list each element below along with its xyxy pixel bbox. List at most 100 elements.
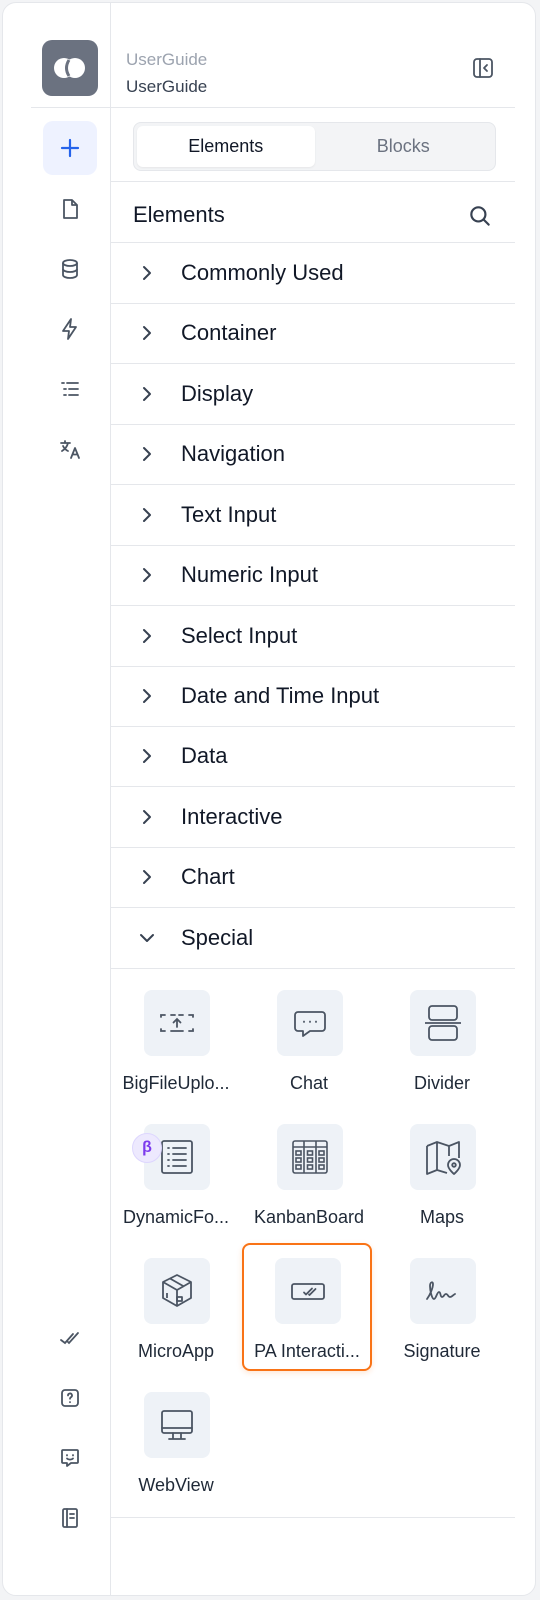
header-divider xyxy=(31,107,515,108)
outline-button[interactable] xyxy=(43,362,97,416)
translate-icon xyxy=(60,440,80,459)
element-tile xyxy=(410,990,476,1056)
element-tile xyxy=(144,1392,210,1458)
signature-icon xyxy=(426,1281,456,1300)
element-pa-interaction[interactable]: PA Interacti... xyxy=(242,1243,372,1371)
chevron-right-icon xyxy=(143,810,151,824)
tab-blocks[interactable]: Blocks xyxy=(315,126,493,167)
search-button[interactable] xyxy=(467,203,493,229)
category-select-input[interactable]: Select Input xyxy=(111,606,515,667)
element-label: Signature xyxy=(403,1341,481,1361)
category-text-input[interactable]: Text Input xyxy=(111,485,515,546)
category-label: Date and Time Input xyxy=(181,683,380,708)
element-tile xyxy=(144,1258,210,1324)
category-display[interactable]: Display xyxy=(111,364,515,425)
file-icon xyxy=(63,199,78,219)
breadcrumb-bottom[interactable]: UserGuide xyxy=(126,77,207,97)
breadcrumb-top: UserGuide xyxy=(126,50,208,69)
category-interactive[interactable]: Interactive xyxy=(111,787,515,848)
element-label: Divider xyxy=(413,1073,470,1093)
search-icon xyxy=(470,206,490,226)
category-label: Select Input xyxy=(181,623,298,648)
pages-button[interactable] xyxy=(43,182,97,236)
category-special[interactable]: Special xyxy=(111,908,515,969)
left-rail xyxy=(3,3,111,1595)
sidebar-collapse-icon xyxy=(473,58,493,78)
element-label: WebView xyxy=(138,1475,214,1495)
category-label: Container xyxy=(181,320,277,345)
lightning-icon xyxy=(62,318,77,340)
element-bigfileupload[interactable]: BigFileUplo... xyxy=(111,979,241,1107)
chevron-right-icon xyxy=(143,870,151,884)
chevron-right-icon xyxy=(143,447,151,461)
collapse-panel-button[interactable] xyxy=(471,56,495,80)
element-label: Chat xyxy=(289,1073,329,1093)
element-tile xyxy=(277,990,343,1056)
category-label: Commonly Used xyxy=(181,260,344,285)
upload-dashed-icon xyxy=(160,1014,194,1032)
chevron-right-icon xyxy=(143,568,151,582)
checklist-button[interactable] xyxy=(43,1311,97,1365)
box-icon xyxy=(162,1274,192,1307)
dynamic-form-icon xyxy=(161,1140,193,1174)
chevron-right-icon xyxy=(143,749,151,763)
element-webview[interactable]: WebView xyxy=(111,1381,241,1509)
chat-bubble-icon xyxy=(294,1011,326,1037)
category-label: Data xyxy=(181,743,228,768)
element-chat[interactable]: Chat xyxy=(244,979,374,1107)
element-tile xyxy=(410,1258,476,1324)
category-container[interactable]: Container xyxy=(111,303,515,364)
actions-button[interactable] xyxy=(43,302,97,356)
book-icon xyxy=(62,1508,78,1528)
divider-icon xyxy=(425,1005,461,1041)
chevron-right-icon xyxy=(143,266,151,280)
element-signature[interactable]: Signature xyxy=(377,1247,507,1375)
category-commonly-used[interactable]: Commonly Used xyxy=(111,243,515,304)
element-maps[interactable]: Maps xyxy=(377,1113,507,1241)
tab-elements[interactable]: Elements xyxy=(137,126,315,167)
category-label: Navigation xyxy=(181,441,285,466)
element-label: KanbanBoard xyxy=(253,1207,365,1227)
category-label: Display xyxy=(181,381,254,406)
translate-button[interactable] xyxy=(43,422,97,476)
category-label: Numeric Input xyxy=(181,562,318,587)
chevron-down-icon xyxy=(140,934,154,942)
app-logo[interactable] xyxy=(42,40,98,96)
tabs-divider xyxy=(111,181,515,182)
category-data[interactable]: Data xyxy=(111,726,515,787)
add-element-button[interactable] xyxy=(43,121,97,175)
element-label: PA Interacti... xyxy=(254,1341,360,1361)
docs-button[interactable] xyxy=(43,1491,97,1545)
feedback-button[interactable] xyxy=(43,1431,97,1485)
category-numeric-input[interactable]: Numeric Input xyxy=(111,545,515,606)
chat-smile-icon xyxy=(61,1449,79,1467)
database-icon xyxy=(62,259,78,279)
grid-bottom-divider xyxy=(111,1517,515,1518)
chevron-right-icon xyxy=(143,629,151,643)
chevron-right-icon xyxy=(143,689,151,703)
double-check-icon xyxy=(60,1332,79,1345)
element-dynamicform[interactable]: DynamicFo... xyxy=(111,1113,241,1241)
kanban-icon xyxy=(292,1140,328,1174)
beta-badge: β xyxy=(132,1133,162,1163)
list-tree-icon xyxy=(61,382,79,396)
data-button[interactable] xyxy=(43,242,97,296)
category-date-time-input[interactable]: Date and Time Input xyxy=(111,666,515,727)
map-pin-icon xyxy=(426,1141,461,1175)
element-tile xyxy=(410,1124,476,1190)
element-microapp[interactable]: MicroApp xyxy=(111,1247,241,1375)
category-chart[interactable]: Chart xyxy=(111,847,515,908)
element-divider[interactable]: Divider xyxy=(377,979,507,1107)
element-label: BigFileUplo... xyxy=(122,1073,230,1093)
element-label: DynamicFo... xyxy=(122,1207,230,1227)
chevron-right-icon xyxy=(143,387,151,401)
element-kanbanboard[interactable]: KanbanBoard xyxy=(244,1113,374,1241)
element-tile xyxy=(144,990,210,1056)
category-label: Interactive xyxy=(181,804,283,829)
category-navigation[interactable]: Navigation xyxy=(111,424,515,485)
monitor-icon xyxy=(161,1410,193,1440)
element-label: Maps xyxy=(419,1207,464,1227)
category-label: Text Input xyxy=(181,502,277,527)
panel-title: Elements xyxy=(133,202,225,227)
help-button[interactable] xyxy=(43,1371,97,1425)
